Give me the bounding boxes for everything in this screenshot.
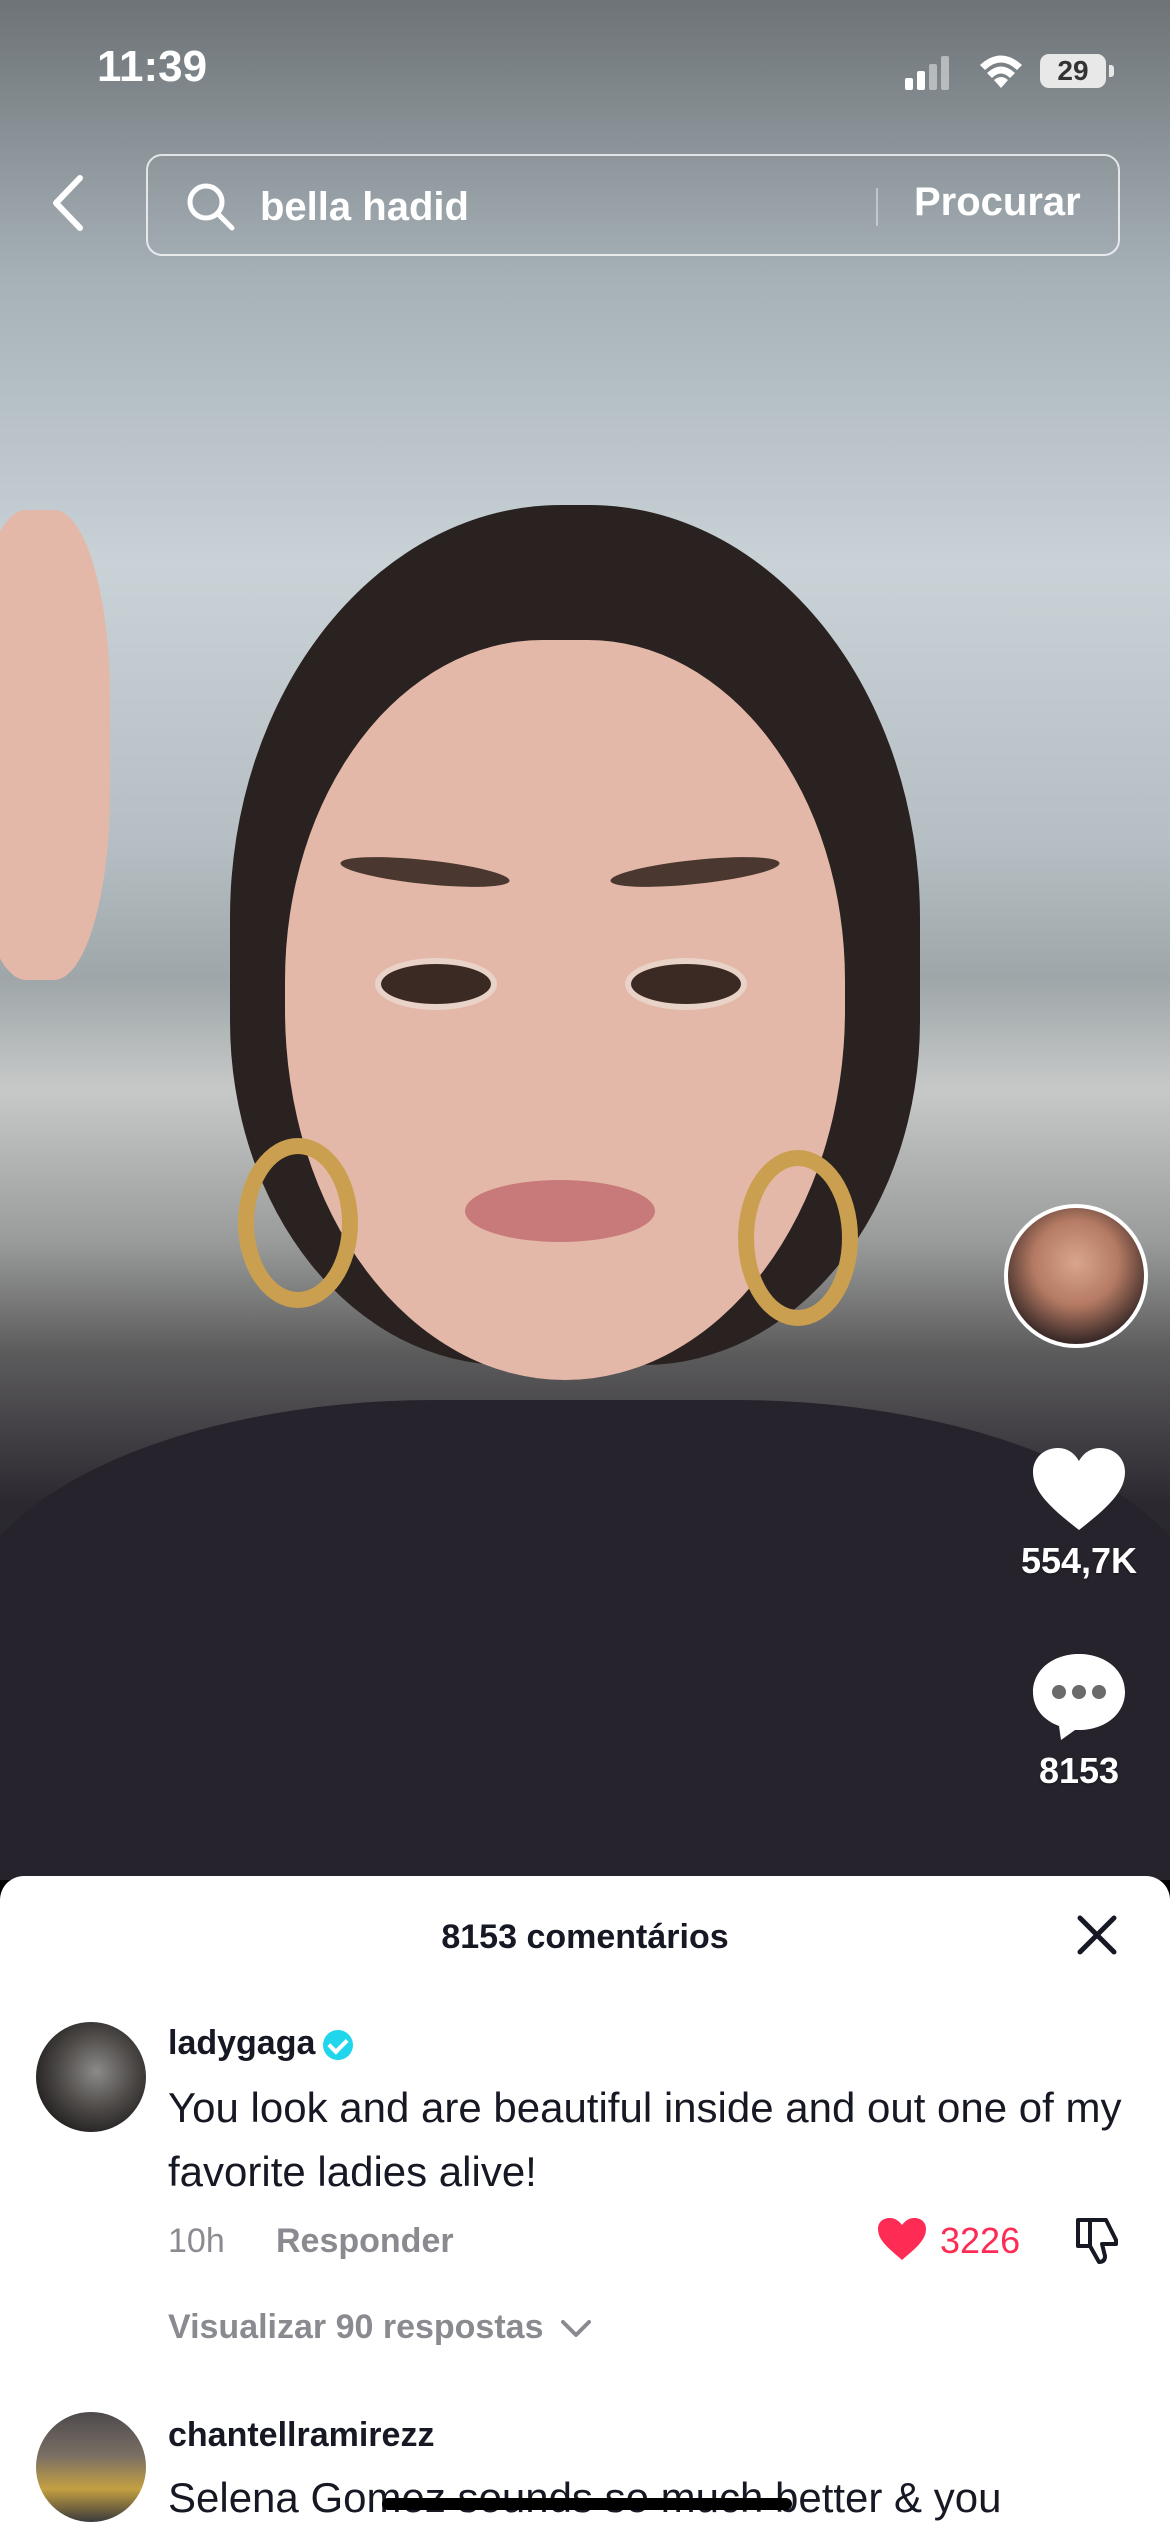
reply-button[interactable]: Responder (276, 2222, 454, 2261)
creator-avatar[interactable] (1004, 1204, 1148, 1348)
comment-username[interactable]: chantellramirezz (168, 2416, 434, 2455)
like-count: 554,7K (1020, 1540, 1138, 1581)
status-bar: 11:39 29 (0, 0, 1170, 140)
video-eye (625, 958, 747, 1010)
search-divider (876, 188, 878, 226)
view-replies-label[interactable]: Visualizar 90 respostas (168, 2308, 543, 2346)
search-icon (187, 183, 235, 231)
status-time: 11:39 (97, 42, 208, 91)
dislike-icon[interactable] (1072, 2214, 1124, 2266)
back-arrow-icon[interactable] (44, 170, 96, 236)
close-icon[interactable] (1074, 1912, 1120, 1958)
comment-count: 8153 (1038, 1750, 1120, 1791)
video-player[interactable] (0, 0, 1170, 1880)
comment-bubble-icon (1033, 1654, 1125, 1740)
view-replies-button[interactable]: Visualizar 90 respostas (168, 2308, 593, 2347)
video-hand (0, 510, 110, 980)
commenter-avatar[interactable] (36, 2022, 146, 2132)
comments-sheet: 8153 comentários ladygaga You look and a… (0, 1876, 1170, 2532)
search-submit-button[interactable]: Procurar (914, 180, 1081, 225)
comment-like-count: 3226 (940, 2220, 1021, 2261)
commenter-avatar[interactable] (36, 2412, 146, 2522)
comment-text: You look and are beautiful inside and ou… (168, 2084, 1122, 2195)
search-bar[interactable]: Procurar (146, 154, 1120, 256)
video-earring (238, 1138, 358, 1308)
wifi-icon (980, 55, 1022, 88)
cellular-signal-icon (905, 56, 949, 90)
heart-icon (1033, 1448, 1125, 1530)
verified-badge-icon (323, 2030, 354, 2061)
chevron-down-icon (560, 2320, 591, 2338)
video-eye (375, 958, 497, 1010)
comment-time: 10h (168, 2222, 225, 2260)
battery-indicator: 29 (1040, 54, 1114, 88)
video-earring (738, 1150, 858, 1326)
video-lips (465, 1180, 655, 1242)
heart-filled-icon[interactable] (876, 2216, 928, 2262)
search-input[interactable] (258, 180, 912, 234)
like-action[interactable]: 554,7K (994, 1446, 1164, 1582)
comments-title: 8153 comentários (441, 1918, 729, 1956)
home-indicator (382, 2498, 792, 2510)
comment-username-text[interactable]: ladygaga (168, 2024, 315, 2062)
comment-username[interactable]: ladygaga (168, 2024, 354, 2063)
comment-action[interactable]: 8153 (994, 1652, 1164, 1792)
